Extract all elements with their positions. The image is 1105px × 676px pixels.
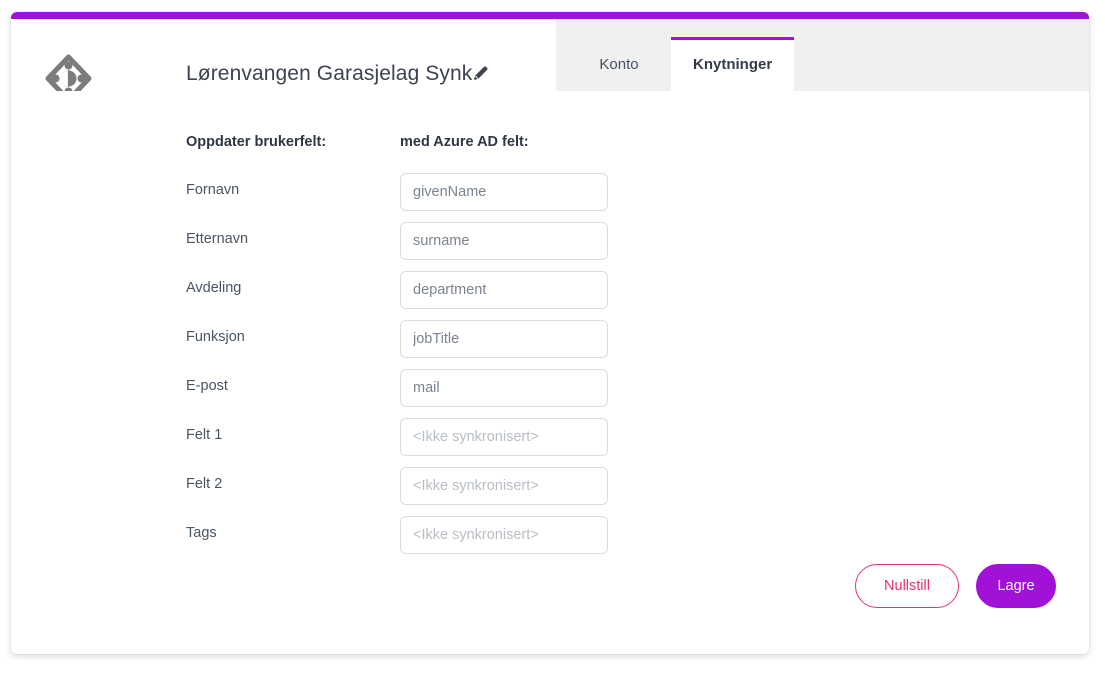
save-button-label: Lagre — [997, 578, 1035, 594]
mapping-row: Tags — [11, 516, 1089, 565]
top-bar-caret — [554, 12, 574, 13]
tab-konto-label: Konto — [599, 55, 639, 73]
reset-button[interactable]: Nullstill — [855, 564, 959, 608]
field-label-etternavn: Etternavn — [186, 231, 249, 247]
field-input-felt-2[interactable] — [400, 467, 608, 505]
field-input-fornavn[interactable] — [400, 173, 608, 211]
mapping-row: Felt 1 — [11, 418, 1089, 467]
column-header-user-field: Oppdater brukerfelt: — [186, 134, 327, 150]
field-label-funksjon: Funksjon — [186, 329, 245, 345]
field-label-avdeling: Avdeling — [186, 280, 242, 296]
save-button[interactable]: Lagre — [976, 564, 1056, 608]
field-input-avdeling[interactable] — [400, 271, 608, 309]
action-bar: Nullstill Lagre — [855, 564, 1056, 608]
field-input-funksjon[interactable] — [400, 320, 608, 358]
mapping-row: Funksjon — [11, 320, 1089, 369]
mapping-row: Fornavn — [11, 173, 1089, 222]
page-title: Lørenvangen Garasjelag Synk — [186, 62, 473, 85]
field-input-etternavn[interactable] — [400, 222, 608, 260]
mapping-row: Avdeling — [11, 271, 1089, 320]
form-body: Oppdater brukerfelt: med Azure AD felt: … — [11, 91, 1089, 654]
tab-knytninger-label: Knytninger — [693, 55, 773, 73]
mapping-row: Etternavn — [11, 222, 1089, 271]
tab-bar: Konto Knytninger — [567, 37, 795, 91]
tab-knytninger[interactable]: Knytninger — [671, 37, 795, 91]
tab-konto[interactable]: Konto — [567, 37, 671, 91]
column-header-azure-field: med Azure AD felt: — [400, 134, 529, 150]
card-header: Lørenvangen Garasjelag Synk Konto Knytni… — [11, 19, 1089, 103]
settings-card: Lørenvangen Garasjelag Synk Konto Knytni… — [11, 12, 1089, 654]
field-label-epost: E-post — [186, 378, 228, 394]
mapping-row: Felt 2 — [11, 467, 1089, 516]
field-mapping-rows: Fornavn Etternavn Avdeling Funksjon E-po… — [11, 173, 1089, 565]
field-input-epost[interactable] — [400, 369, 608, 407]
pencil-icon[interactable] — [471, 64, 490, 83]
mapping-row: E-post — [11, 369, 1089, 418]
field-input-tags[interactable] — [400, 516, 608, 554]
field-label-felt-1: Felt 1 — [186, 427, 223, 443]
field-label-fornavn: Fornavn — [186, 182, 240, 198]
reset-button-label: Nullstill — [884, 578, 930, 594]
field-label-felt-2: Felt 2 — [186, 476, 223, 492]
accent-top-bar — [11, 12, 1089, 19]
field-label-tags: Tags — [186, 525, 217, 541]
field-input-felt-1[interactable] — [400, 418, 608, 456]
